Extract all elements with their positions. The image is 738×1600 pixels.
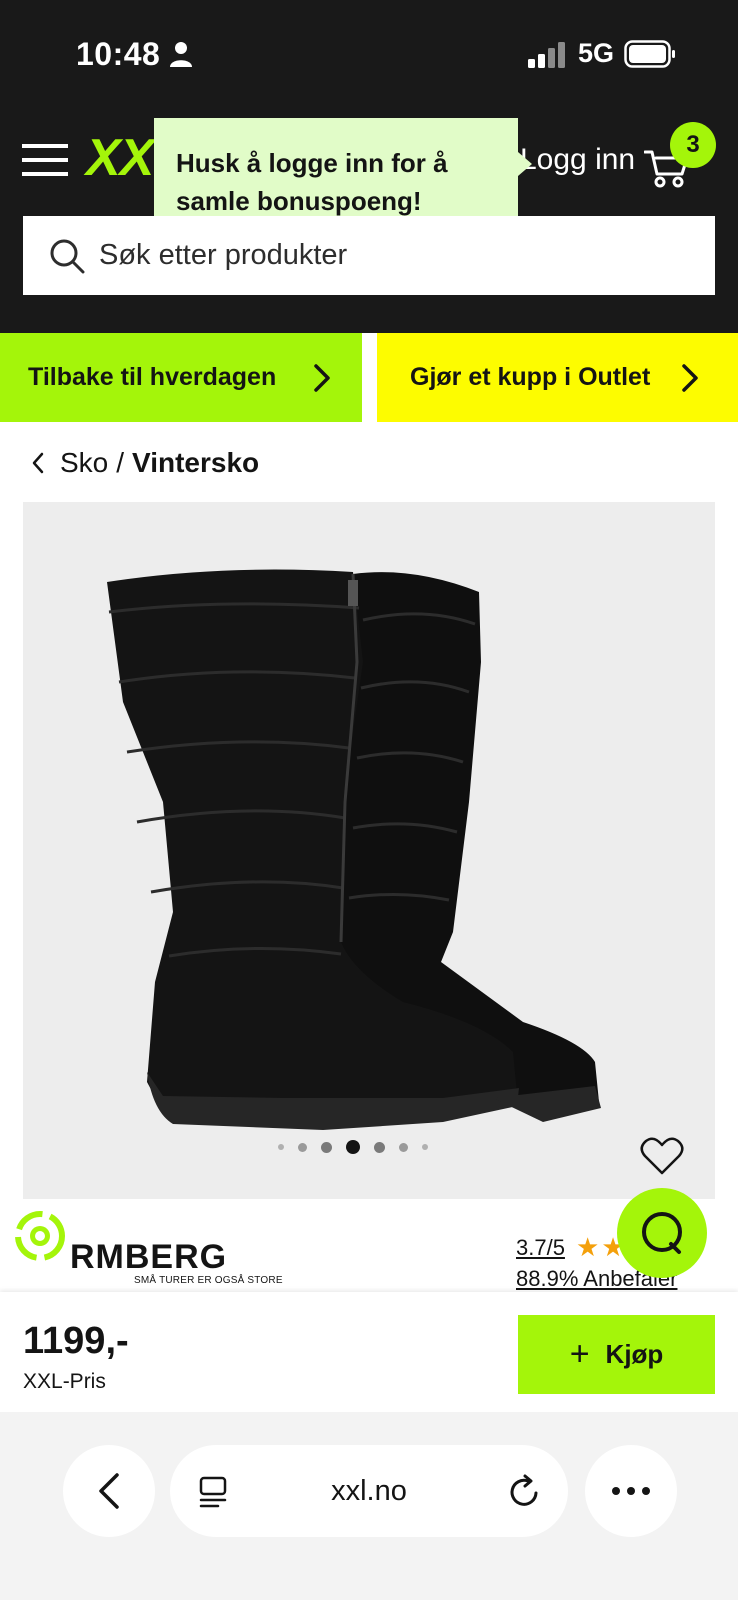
price-label: XXL-Pris (23, 1370, 106, 1393)
status-time: 10:48 (76, 36, 161, 72)
buy-label: Kjøp (605, 1339, 664, 1369)
browser-back-button[interactable] (63, 1445, 155, 1537)
breadcrumb-current: Vintersko (132, 447, 260, 478)
search-bar[interactable] (23, 216, 715, 295)
product-image[interactable] (23, 502, 715, 1199)
carousel-dots[interactable] (278, 1140, 428, 1154)
carousel-dot[interactable] (422, 1144, 428, 1150)
plus-icon: + (569, 1335, 590, 1373)
carousel-dot-active[interactable] (346, 1140, 360, 1154)
sustainability-icon (15, 1211, 65, 1261)
address-bar[interactable]: xxl.no (170, 1445, 568, 1537)
chevron-right-icon (314, 364, 330, 392)
tabs-icon[interactable] (198, 1475, 230, 1509)
carousel-dot[interactable] (321, 1141, 332, 1153)
site-header: 10:48 5G XXL Logg inn 3 Husk å logge inn… (0, 0, 738, 333)
cart-count-badge[interactable]: 3 (670, 122, 716, 168)
ellipsis-icon (612, 1487, 650, 1495)
tooltip-arrow (518, 152, 532, 176)
reload-icon[interactable] (508, 1473, 542, 1509)
carousel-dot[interactable] (298, 1142, 307, 1152)
network-label: 5G (578, 38, 615, 68)
chat-icon (642, 1212, 682, 1254)
more-button[interactable] (585, 1445, 677, 1537)
breadcrumb-separator: / (116, 447, 125, 478)
product-price: 1199,- (23, 1320, 129, 1362)
heart-icon[interactable] (640, 1136, 684, 1176)
signal-icon (528, 42, 565, 68)
promo-label: Tilbake til hverdagen (28, 363, 277, 391)
search-icon (50, 239, 85, 273)
hamburger-menu-icon[interactable] (22, 140, 70, 180)
carousel-dot[interactable] (374, 1141, 385, 1153)
promo-banner-hverdagen[interactable]: Tilbake til hverdagen (0, 333, 362, 422)
chevron-left-icon (99, 1473, 119, 1509)
person-icon (170, 42, 192, 67)
rating-score[interactable]: 3.7/5 (516, 1235, 565, 1261)
breadcrumb-parent[interactable]: Sko (60, 447, 108, 479)
promo-label: Gjør et kupp i Outlet (410, 363, 651, 391)
promo-banner-outlet[interactable]: Gjør et kupp i Outlet (377, 333, 738, 422)
login-link[interactable]: Logg inn (520, 143, 635, 177)
chevron-left-icon[interactable] (30, 451, 46, 475)
search-input[interactable] (99, 239, 659, 272)
breadcrumb: Sko / Vintersko (30, 447, 259, 479)
brand-tagline: SMÅ TURER ER OGSÅ STORE (134, 1275, 283, 1286)
buy-button[interactable]: + Kjøp (518, 1315, 715, 1394)
url-text[interactable]: xxl.no (331, 1475, 407, 1508)
chat-button[interactable] (617, 1188, 707, 1278)
boot-image (107, 569, 601, 1130)
carousel-dot[interactable] (278, 1144, 284, 1150)
chevron-right-icon (682, 364, 698, 392)
carousel-dot[interactable] (399, 1142, 408, 1152)
battery-icon (624, 40, 675, 68)
brand-logo[interactable]: RMBERG (70, 1238, 227, 1277)
